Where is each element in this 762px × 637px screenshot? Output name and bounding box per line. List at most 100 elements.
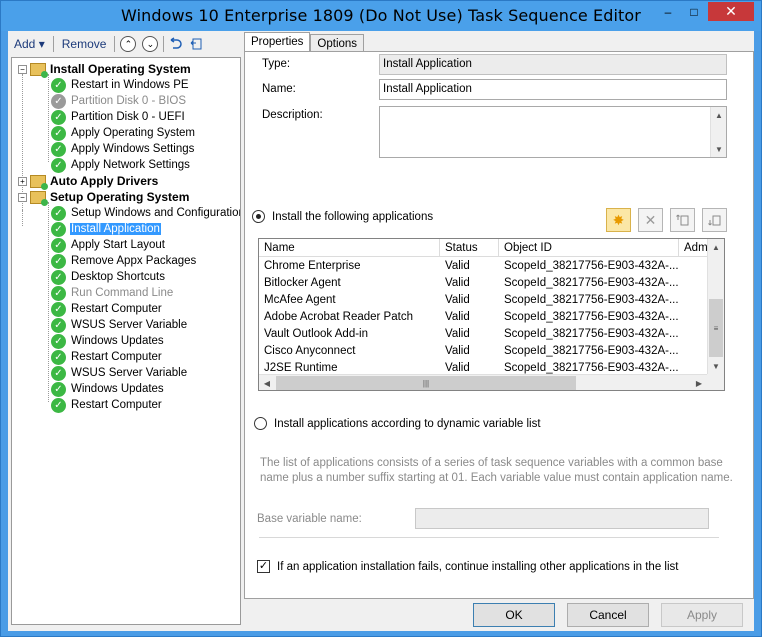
tree-group-label: Auto Apply Drivers (50, 174, 159, 188)
applications-list[interactable]: Name Status Object ID Admi Chrome Enterp… (258, 238, 725, 391)
base-variable-field[interactable] (415, 508, 709, 529)
app-name: Bitlocker Agent (264, 277, 341, 289)
tree-step[interactable]: ✓ Restart Computer (51, 397, 163, 413)
tree-step[interactable]: ✓ Apply Network Settings (51, 157, 191, 173)
tree-step[interactable]: ✓ Partition Disk 0 - BIOS (51, 93, 187, 109)
title-bar[interactable]: Windows 10 Enterprise 1809 (Do Not Use) … (1, 1, 761, 31)
minimize-button[interactable]: – (655, 2, 681, 21)
tree-step[interactable]: ✓ Setup Windows and Configuration (51, 205, 240, 221)
tree-group-setup-os[interactable]: − Setup Operating System (18, 189, 189, 206)
tree-group-auto-apply-drivers[interactable]: + Auto Apply Drivers (18, 173, 159, 190)
new-application-button[interactable]: ✸ (606, 208, 631, 232)
type-label: Type: (262, 58, 291, 70)
properties-tabs: Properties Options (244, 32, 365, 52)
expand-icon[interactable]: + (18, 176, 27, 186)
radio-selected[interactable] (252, 210, 265, 223)
tree-step-label: WSUS Server Variable (71, 319, 188, 331)
tree-group-install-os[interactable]: − Install Operating System (18, 61, 191, 78)
vertical-scroll-thumb[interactable]: ≡ (709, 299, 723, 357)
list-horizontal-scrollbar[interactable]: ◀ ||| ▶ (259, 374, 707, 390)
move-down-application-button[interactable] (702, 208, 727, 232)
tab-options[interactable]: Options (310, 34, 365, 52)
description-field[interactable]: ▲ ▼ (379, 106, 727, 158)
app-status: Valid (445, 328, 470, 340)
collapse-icon[interactable]: − (18, 64, 27, 74)
app-name: Chrome Enterprise (264, 260, 361, 272)
collapse-icon[interactable]: − (18, 192, 27, 202)
column-header-admin[interactable]: Admi (679, 239, 709, 257)
list-item[interactable]: Cisco Anyconnect Valid ScopeId_38217756-… (259, 343, 679, 360)
tree-toolbar: Add ▾ Remove ⌃ ⌄ (8, 31, 240, 57)
group-folder-icon (30, 190, 48, 206)
tree-step[interactable]: ✓ Run Command Line (51, 285, 174, 301)
maximize-button[interactable]: □ (681, 2, 707, 21)
properties-icon[interactable] (188, 36, 204, 52)
ok-button[interactable]: OK (473, 603, 555, 627)
scroll-up-icon[interactable]: ▲ (708, 239, 724, 255)
move-up-application-button[interactable] (670, 208, 695, 232)
install-following-option[interactable]: Install the following applications (252, 210, 433, 223)
list-item[interactable]: Vault Outlook Add-in Valid ScopeId_38217… (259, 326, 679, 343)
list-vertical-scrollbar[interactable]: ▲ ≡ ▼ (707, 239, 724, 374)
tree-step-label: Run Command Line (71, 287, 174, 299)
apply-button[interactable]: Apply (661, 603, 743, 627)
list-item[interactable]: Chrome Enterprise Valid ScopeId_38217756… (259, 258, 679, 275)
column-header-status[interactable]: Status (440, 239, 499, 257)
tree-step[interactable]: ✓ Partition Disk 0 - UEFI (51, 109, 186, 125)
tree-step[interactable]: ✓ Apply Operating System (51, 125, 196, 141)
delete-application-button[interactable]: ✕ (638, 208, 663, 232)
task-sequence-tree[interactable]: − Install Operating System ✓ Restart in … (11, 57, 241, 625)
column-header-object-id[interactable]: Object ID (499, 239, 679, 257)
undo-icon[interactable] (168, 36, 184, 52)
remove-button[interactable]: Remove (56, 37, 113, 51)
scroll-up-icon[interactable]: ▲ (711, 107, 727, 123)
horizontal-scroll-thumb[interactable]: ||| (276, 376, 576, 390)
add-label: Add (14, 37, 36, 51)
list-item[interactable]: McAfee Agent Valid ScopeId_38217756-E903… (259, 292, 679, 309)
base-variable-label: Base variable name: (257, 513, 362, 525)
tab-properties[interactable]: Properties (244, 32, 311, 52)
tree-step[interactable]: ✓ Desktop Shortcuts (51, 269, 166, 285)
close-button[interactable]: ✕ (708, 2, 754, 21)
move-down-list-icon (707, 215, 720, 226)
tree-step[interactable]: ✓ Windows Updates (51, 333, 165, 349)
move-down-icon: ⌄ (146, 38, 155, 49)
tree-step[interactable]: ✓ WSUS Server Variable (51, 317, 188, 333)
tree-step-label: Windows Updates (71, 383, 164, 395)
install-dynamic-option[interactable]: Install applications according to dynami… (254, 417, 541, 430)
move-up-button[interactable]: ⌃ (120, 36, 137, 52)
tree-step[interactable]: ✓ Remove Appx Packages (51, 253, 197, 269)
list-item[interactable]: Adobe Acrobat Reader Patch Valid ScopeId… (259, 309, 679, 326)
list-item[interactable]: Bitlocker Agent Valid ScopeId_38217756-E… (259, 275, 679, 292)
app-object-id: ScopeId_38217756-E903-432A-... (504, 328, 679, 340)
task-sequence-editor-window: Windows 10 Enterprise 1809 (Do Not Use) … (0, 0, 762, 637)
scroll-down-icon[interactable]: ▼ (708, 358, 724, 374)
name-field[interactable]: Install Application (379, 79, 727, 100)
tree-step[interactable]: ✓ Restart in Windows PE (51, 77, 190, 93)
tree-step[interactable]: ✓ Restart Computer (51, 349, 163, 365)
scroll-right-icon[interactable]: ▶ (691, 375, 707, 390)
step-success-icon: ✓ (51, 317, 66, 333)
continue-on-fail-checkbox[interactable]: ✓ (257, 560, 270, 573)
column-header-name[interactable]: Name (259, 239, 440, 257)
dropdown-arrow-icon: ▾ (38, 37, 45, 51)
tree-step[interactable]: ✓ Apply Start Layout (51, 237, 166, 253)
step-success-icon: ✓ (51, 301, 66, 317)
tree-step[interactable]: ✓ Restart Computer (51, 301, 163, 317)
add-menu-button[interactable]: Add ▾ (8, 37, 51, 51)
step-success-icon: ✓ (51, 125, 66, 141)
scroll-down-icon[interactable]: ▼ (711, 141, 727, 157)
tree-step-selected[interactable]: ✓ Install Application (51, 221, 161, 237)
tree-step-label: Restart Computer (71, 399, 162, 411)
tree-step[interactable]: ✓ WSUS Server Variable (51, 365, 188, 381)
tree-step[interactable]: ✓ Apply Windows Settings (51, 141, 195, 157)
description-scrollbar[interactable]: ▲ ▼ (710, 107, 726, 157)
app-name: McAfee Agent (264, 294, 336, 306)
continue-on-fail-option[interactable]: ✓ If an application installation fails, … (257, 560, 678, 573)
app-object-id: ScopeId_38217756-E903-432A-... (504, 294, 679, 306)
move-down-button[interactable]: ⌄ (142, 36, 159, 52)
scroll-left-icon[interactable]: ◀ (259, 375, 275, 390)
cancel-button[interactable]: Cancel (567, 603, 649, 627)
tree-step[interactable]: ✓ Windows Updates (51, 381, 165, 397)
radio-unselected[interactable] (254, 417, 267, 430)
